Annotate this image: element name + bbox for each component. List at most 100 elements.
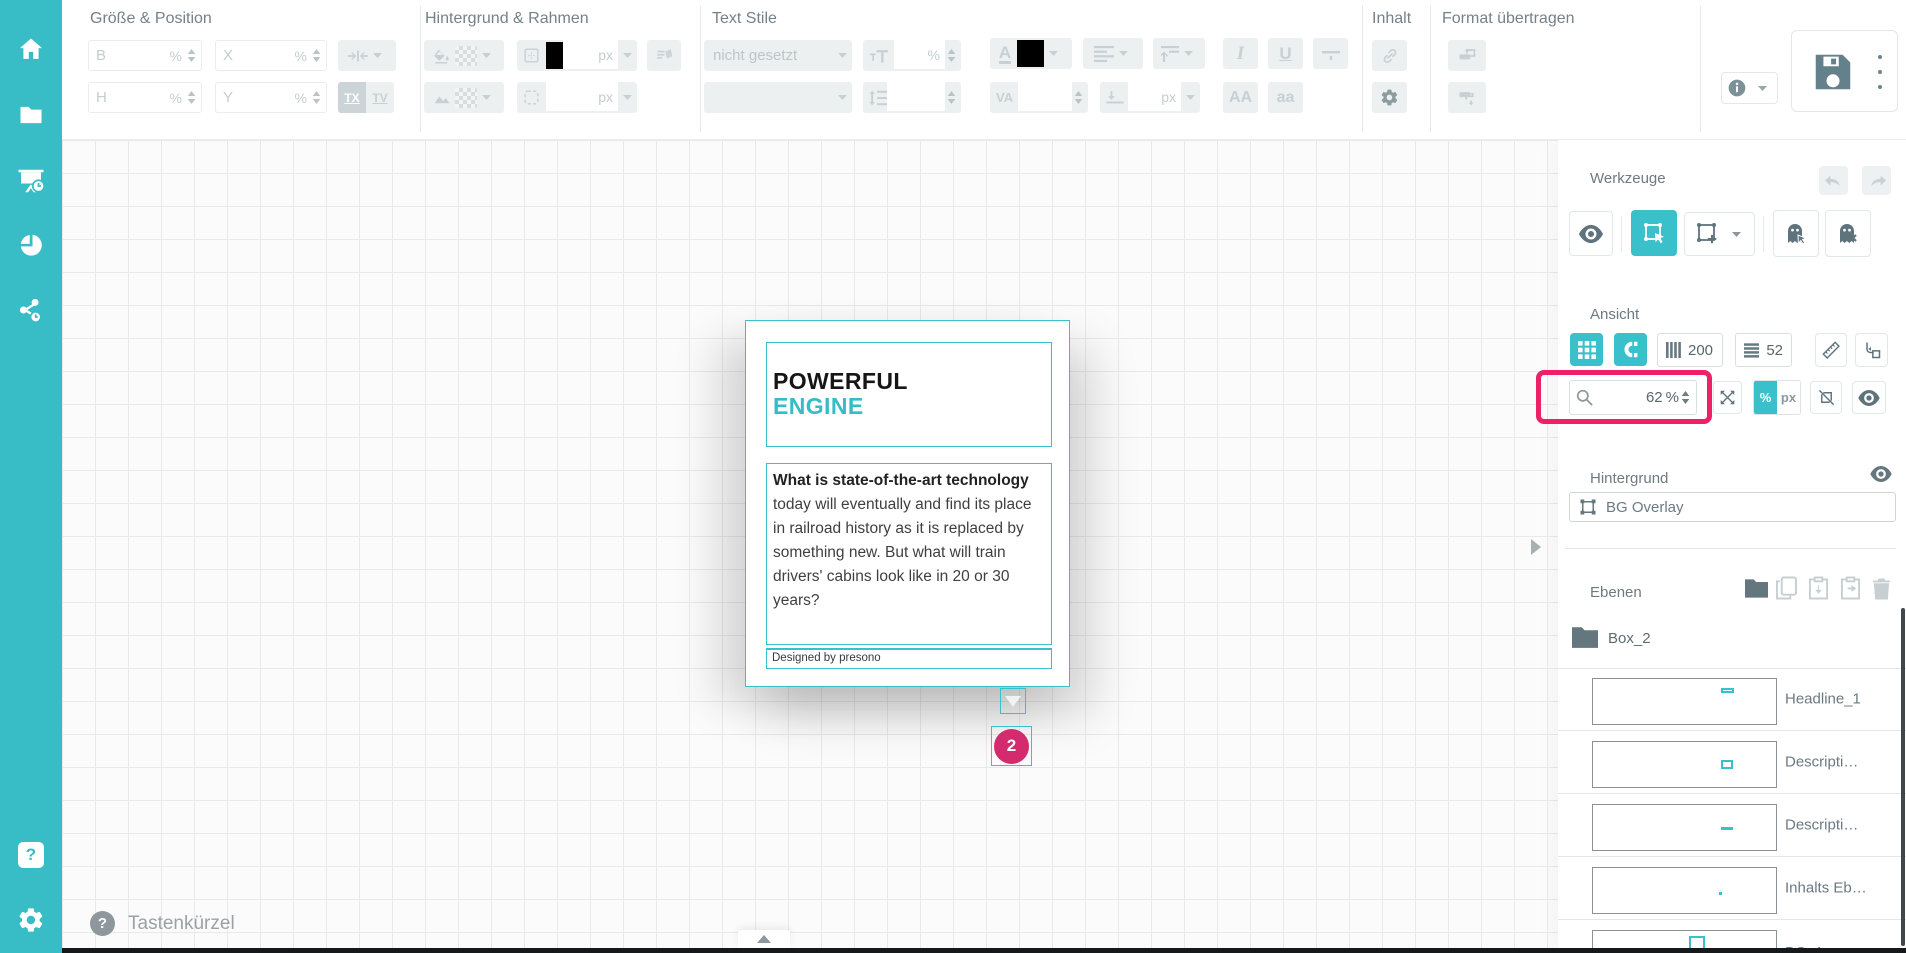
ghost-remove-tool-button[interactable] (1825, 210, 1871, 257)
trash-icon[interactable] (1872, 578, 1891, 600)
text-style-dropdown[interactable]: nicht gesetzt (704, 40, 852, 71)
description-textbox[interactable]: What is state-of-the-art technology toda… (766, 463, 1052, 645)
text-color-button[interactable]: A (990, 38, 1072, 69)
stepper-icon (187, 49, 196, 62)
hide-helpers-button[interactable] (1810, 381, 1842, 414)
layer-row-bg[interactable]: BG_1 (1558, 920, 1906, 948)
px-option[interactable]: px (1777, 381, 1800, 414)
visibility-button[interactable] (1852, 381, 1886, 414)
select-tool-button[interactable] (1631, 210, 1677, 256)
border-radius-control[interactable]: px (517, 82, 637, 113)
section-title-content: Inhalt (1372, 10, 1411, 28)
lowercase-button[interactable]: aa (1268, 82, 1303, 113)
border-width-control[interactable]: px (517, 40, 637, 71)
align-center-icon (348, 49, 368, 63)
footer-textbox[interactable]: Designed by presono (766, 648, 1052, 669)
underline-button[interactable]: U (1268, 38, 1303, 69)
tv-option[interactable]: TV (366, 82, 394, 113)
percent-option[interactable]: % (1754, 381, 1777, 414)
height-field[interactable]: H % (88, 82, 202, 113)
rows-input[interactable]: 52 (1735, 333, 1792, 367)
letter-spacing-field[interactable]: VA (990, 82, 1088, 113)
layer-row-content[interactable]: Inhalts Eb… (1558, 857, 1906, 920)
stepper-icon (947, 49, 956, 62)
layer-row-description1[interactable]: Descripti… (1558, 731, 1906, 794)
layer-group-row[interactable]: Box_2 (1558, 618, 1906, 662)
fill-color-button[interactable] (424, 40, 504, 71)
text-align-dropdown[interactable] (1083, 38, 1143, 69)
background-image-button[interactable] (424, 82, 504, 113)
copy-style-button[interactable] (647, 40, 681, 71)
uppercase-button[interactable]: AA (1223, 82, 1258, 113)
slide-resize-handle[interactable] (1000, 688, 1026, 714)
redo-button[interactable] (1862, 166, 1891, 195)
vertical-align-dropdown[interactable] (1153, 38, 1205, 69)
layer-row-description2[interactable]: Descripti… (1558, 794, 1906, 857)
headline-textbox[interactable]: POWERFUL ENGINE (766, 342, 1052, 447)
background-item[interactable]: BG Overlay (1569, 492, 1896, 522)
link-button[interactable] (1372, 40, 1407, 71)
new-group-icon[interactable] (1745, 578, 1768, 598)
caret-down-icon (838, 95, 847, 100)
background-visibility-icon[interactable] (1870, 466, 1892, 482)
align-center-button[interactable] (338, 40, 396, 71)
duplicate-icon[interactable] (1776, 576, 1797, 600)
undo-button[interactable] (1819, 166, 1848, 195)
paste-out-icon[interactable] (1840, 576, 1861, 600)
presentation-clock-icon[interactable] (16, 166, 46, 196)
unit-toggle[interactable]: % px (1753, 380, 1801, 415)
strikethrough-button[interactable] (1313, 38, 1348, 69)
line-height-field[interactable] (863, 82, 961, 113)
font-family-dropdown[interactable] (704, 82, 852, 113)
italic-button[interactable]: I (1223, 38, 1258, 69)
panel-collapse-arrow-icon[interactable] (1531, 539, 1541, 555)
width-field[interactable]: B % (88, 40, 202, 71)
copy-format-button[interactable] (1448, 40, 1486, 71)
snap-toggle-button[interactable] (1614, 333, 1647, 366)
columns-input[interactable]: 200 (1657, 333, 1723, 367)
tx-option[interactable]: TX (338, 82, 366, 113)
text-color-icon: A (999, 44, 1011, 64)
help-icon[interactable]: ? (18, 842, 44, 868)
paste-into-icon[interactable] (1808, 576, 1829, 600)
x-position-field[interactable]: X % (215, 40, 327, 71)
indent-field[interactable]: px (1100, 82, 1200, 113)
slide-group[interactable]: POWERFUL ENGINE What is state-of-the-art… (745, 320, 1070, 687)
caret-down-icon (1119, 51, 1128, 56)
font-size-field[interactable]: % (863, 40, 961, 71)
layers-scrollbar[interactable] (1901, 608, 1905, 946)
ruler-button[interactable] (1815, 333, 1847, 367)
grid-toggle-button[interactable] (1570, 333, 1603, 366)
eye-icon (1579, 225, 1603, 243)
layer-thumbnail (1592, 741, 1777, 788)
ghost-select-tool-button[interactable] (1773, 210, 1819, 257)
preview-tool-button[interactable] (1569, 211, 1613, 256)
content-settings-button[interactable] (1372, 82, 1407, 113)
slashed-box-icon (1817, 388, 1836, 407)
settings-gear-icon[interactable] (17, 906, 45, 934)
shortcuts-hint[interactable]: ? Tastenkürzel (90, 911, 235, 936)
y-position-field[interactable]: Y % (215, 82, 327, 113)
move-to-layer-button[interactable] (1855, 333, 1888, 367)
share-clock-icon[interactable] (17, 296, 45, 324)
text-scale-toggle[interactable]: TX TV (338, 82, 394, 113)
more-options-icon[interactable] (1878, 55, 1882, 89)
apply-format-button[interactable] (1448, 82, 1486, 113)
step-badge-box[interactable]: 2 (991, 726, 1032, 766)
step-badge[interactable]: 2 (994, 729, 1029, 764)
caret-down-icon (838, 53, 847, 58)
home-icon[interactable] (17, 35, 45, 63)
layer-row-headline[interactable]: Headline_1 (1558, 668, 1906, 731)
border-color-swatch[interactable] (546, 42, 563, 69)
fit-to-screen-button[interactable] (1713, 381, 1742, 414)
pie-chart-icon[interactable] (17, 231, 45, 259)
toolbar-divider (700, 6, 701, 132)
add-layer-tool-button[interactable] (1684, 212, 1755, 256)
bottom-panel-expander[interactable] (738, 930, 790, 948)
info-button[interactable] (1721, 72, 1778, 104)
save-button[interactable] (1791, 30, 1898, 112)
folder-icon[interactable] (17, 101, 45, 129)
text-color-swatch (1017, 40, 1044, 67)
frame-icon (1579, 498, 1597, 516)
editor-canvas[interactable]: POWERFUL ENGINE What is state-of-the-art… (62, 140, 1558, 948)
